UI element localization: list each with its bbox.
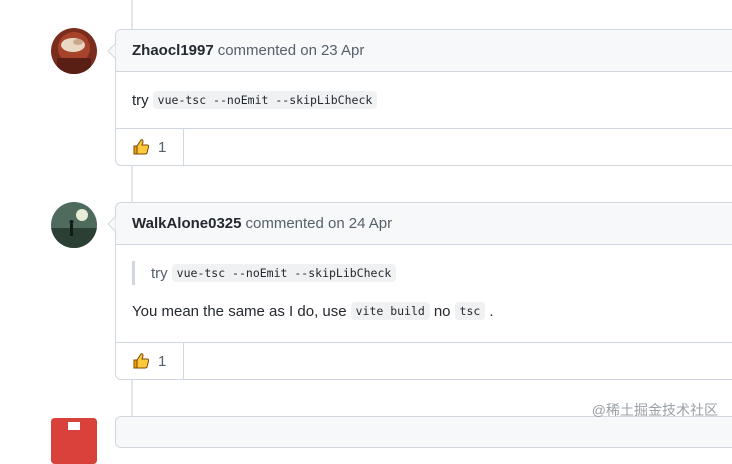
inline-code: vue-tsc --noEmit --skipLibCheck: [171, 264, 397, 282]
reaction-count: 1: [158, 352, 167, 370]
comment-header: Zhaocl1997 commented on 23 Apr: [116, 30, 732, 72]
reaction-thumbs-up[interactable]: 1: [116, 343, 184, 379]
comment-action: commented on: [245, 215, 345, 232]
blockquote: try vue-tsc --noEmit --skipLibCheck: [132, 261, 732, 285]
comment-author[interactable]: Zhaocl1997: [132, 42, 214, 59]
watermark: @稀土掘金技术社区: [591, 402, 718, 418]
thumbs-up-icon: [133, 139, 150, 155]
comment-header: WalkAlone0325 commented on 24 Apr: [116, 203, 732, 245]
avatar-walkalone0325[interactable]: [51, 202, 97, 248]
reaction-thumbs-up[interactable]: 1: [116, 129, 184, 165]
reply-text: no: [433, 302, 451, 320]
quote-text: try: [151, 264, 168, 282]
inline-code: tsc: [454, 302, 486, 320]
inline-code: vue-tsc --noEmit --skipLibCheck: [152, 91, 378, 109]
avatar-zhaocl1997[interactable]: [51, 28, 97, 74]
comment-card-next: [115, 416, 732, 448]
comment-body: try vue-tsc --noEmit --skipLibCheck: [116, 72, 732, 128]
inline-code: vite build: [350, 302, 430, 320]
comment-text-line: try vue-tsc --noEmit --skipLibCheck: [132, 91, 381, 109]
comment-date[interactable]: 23 Apr: [321, 42, 364, 59]
comment-date[interactable]: 24 Apr: [349, 215, 392, 232]
comment-card: Zhaocl1997 commented on 23 Apr try vue-t…: [107, 29, 732, 166]
reaction-count: 1: [158, 138, 167, 156]
comment-author[interactable]: WalkAlone0325: [132, 215, 242, 232]
reply-text: You mean the same as I do, use: [132, 302, 347, 320]
reply-text: .: [489, 302, 494, 320]
comment-body: try vue-tsc --noEmit --skipLibCheck You …: [116, 245, 732, 342]
reactions-bar: 1: [116, 128, 732, 165]
reactions-bar: 1: [116, 342, 732, 379]
comment-text: try: [132, 91, 149, 109]
reply-line: You mean the same as I do, use vite buil…: [132, 299, 732, 323]
thumbs-up-icon: [133, 353, 150, 369]
avatar-next[interactable]: [51, 418, 97, 464]
comment-action: commented on: [217, 42, 317, 59]
comment-card: WalkAlone0325 commented on 24 Apr try vu…: [107, 202, 732, 380]
